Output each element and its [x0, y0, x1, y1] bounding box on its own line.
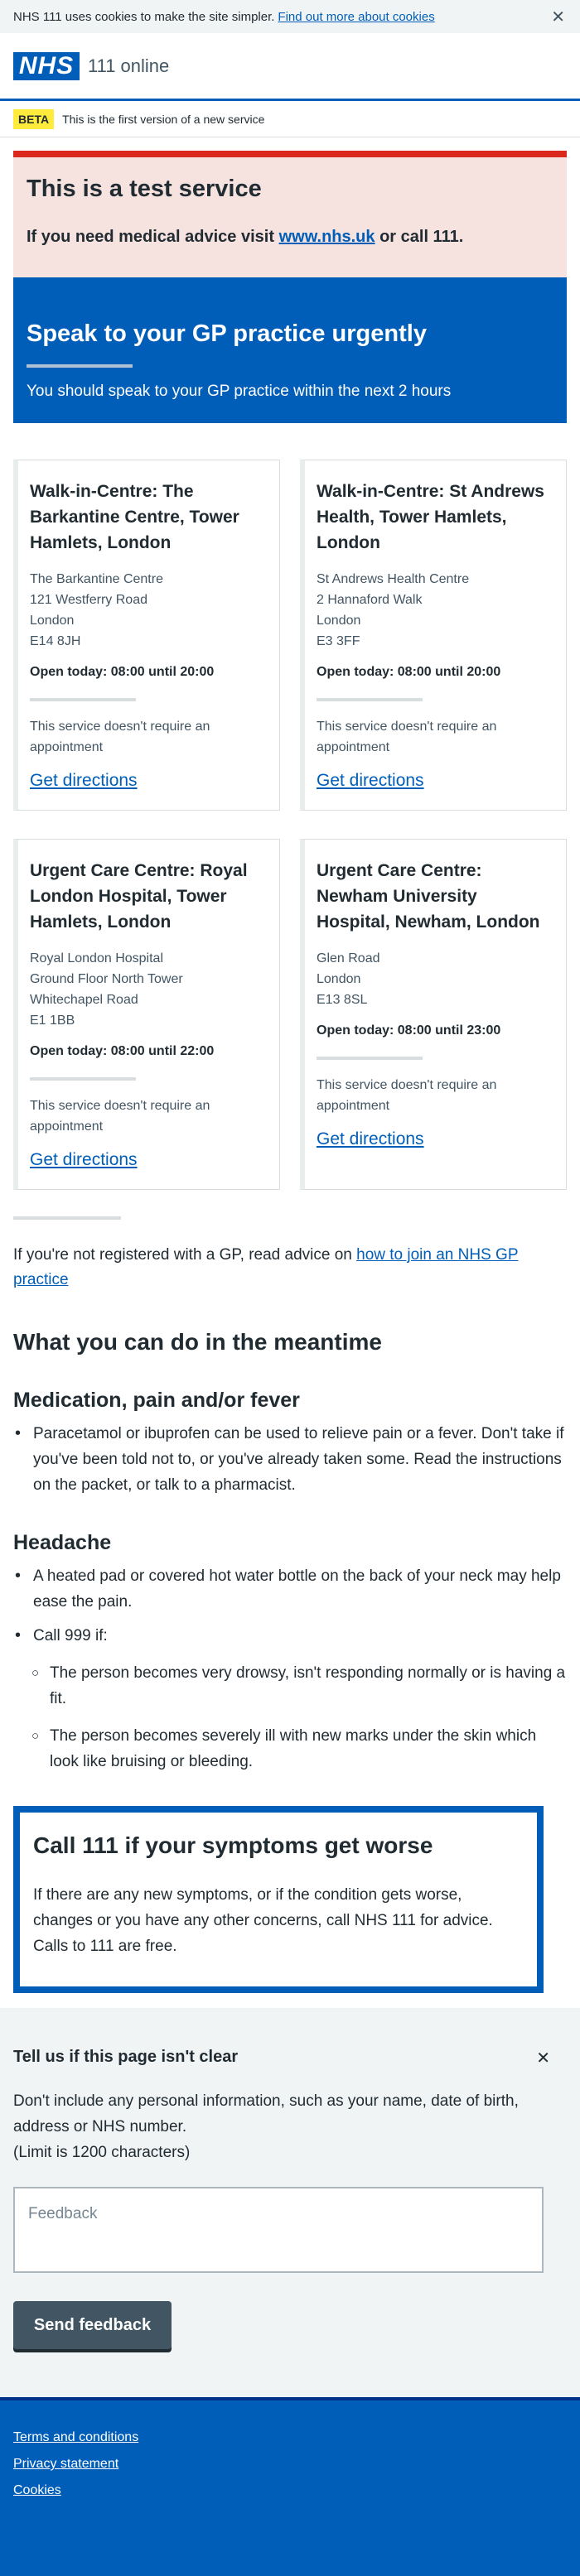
appointment-note: This service doesn't require an appointm… — [30, 1099, 210, 1134]
nhs-uk-link[interactable]: www.nhs.uk — [279, 228, 375, 246]
test-banner-text: If you need medical advice visit www.nhs… — [27, 228, 553, 247]
service-card: Urgent Care Centre: Newham University Ho… — [300, 839, 567, 1190]
site-header: NHS 111 online — [0, 33, 580, 101]
service-address: St Andrews Health Centre 2 Hannaford Wal… — [317, 569, 553, 652]
test-service-banner: This is a test service If you need medic… — [13, 151, 567, 277]
close-icon[interactable]: ✕ — [551, 7, 565, 27]
opening-times: Open today: 08:00 until 23:00 — [317, 1023, 501, 1038]
headache-list: A heated pad or covered hot water bottle… — [13, 1563, 567, 1649]
care-card-text: You should speak to your GP practice wit… — [27, 383, 452, 400]
service-name: Walk-in-Centre: St Andrews Health, Tower… — [317, 482, 544, 552]
address-line: E14 8JH — [30, 634, 81, 648]
appointment-note: This service doesn't require an appointm… — [30, 720, 210, 754]
opening-times: Open today: 08:00 until 20:00 — [30, 665, 215, 679]
service-card: Urgent Care Centre: Royal London Hospita… — [13, 839, 280, 1190]
opening-times: Open today: 08:00 until 22:00 — [30, 1044, 215, 1058]
address-line: London — [317, 972, 361, 986]
cookie-info-link[interactable]: Find out more about cookies — [278, 10, 434, 24]
opening-times: Open today: 08:00 until 20:00 — [317, 665, 501, 679]
card-divider — [317, 1057, 423, 1060]
address-line: 2 Hannaford Walk — [317, 593, 423, 607]
feedback-text: Don't include any personal information, … — [13, 2092, 519, 2135]
list-item: A heated pad or covered hot water bottle… — [13, 1563, 567, 1615]
address-line: Whitechapel Road — [30, 993, 138, 1007]
address-line: St Andrews Health Centre — [317, 572, 470, 586]
services-list: Walk-in-Centre: The Barkantine Centre, T… — [0, 423, 580, 1190]
service-address: Glen Road London E13 8SL — [317, 948, 553, 1010]
footer-link-terms[interactable]: Terms and conditions — [13, 2430, 567, 2445]
address-line: London — [317, 614, 361, 628]
service-name: Walk-in-Centre: The Barkantine Centre, T… — [30, 482, 239, 552]
test-banner-text-before: If you need medical advice visit — [27, 228, 275, 246]
call-111-heading: Call 111 if your symptoms get worse — [33, 1832, 433, 1858]
site-footer: Terms and conditions Privacy statement C… — [0, 2397, 580, 2576]
nhs-logo[interactable]: NHS — [13, 51, 80, 80]
service-card: Walk-in-Centre: The Barkantine Centre, T… — [13, 460, 280, 811]
gp-advice-text: If you're not registered with a GP, read… — [13, 1246, 352, 1264]
get-directions-link[interactable]: Get directions — [30, 771, 138, 791]
call-111-box: Call 111 if your symptoms get worse If t… — [13, 1806, 544, 1993]
footer-link-privacy[interactable]: Privacy statement — [13, 2457, 567, 2472]
test-banner-text-after: or call 111. — [379, 228, 464, 246]
get-directions-link[interactable]: Get directions — [30, 1150, 138, 1170]
test-banner-title: This is a test service — [27, 176, 262, 202]
page-title: Speak to your GP practice urgently — [27, 320, 427, 347]
address-line: 121 Westferry Road — [30, 593, 147, 607]
card-divider — [317, 698, 423, 701]
get-directions-link[interactable]: Get directions — [317, 771, 424, 791]
address-line: London — [30, 614, 75, 628]
service-address: Royal London Hospital Ground Floor North… — [30, 948, 266, 1031]
meantime-heading: What you can do in the meantime — [13, 1329, 382, 1355]
service-name: Urgent Care Centre: Newham University Ho… — [317, 861, 540, 932]
card-divider — [30, 698, 136, 701]
list-item: The person becomes severely ill with new… — [27, 1723, 567, 1774]
feedback-heading: Tell us if this page isn't clear — [13, 2048, 239, 2066]
headache-heading: Headache — [13, 1531, 112, 1554]
gp-registration-advice: If you're not registered with a GP, read… — [0, 1220, 580, 1293]
feedback-input[interactable]: Feedback — [13, 2187, 544, 2273]
feedback-limit: (Limit is 1200 characters) — [13, 2144, 191, 2161]
beta-banner: BETA This is the first version of a new … — [0, 101, 580, 137]
cookie-banner: NHS 111 uses cookies to make the site si… — [0, 0, 580, 33]
beta-tag: BETA — [13, 108, 55, 129]
send-feedback-button[interactable]: Send feedback — [13, 2301, 172, 2349]
list-item: The person becomes very drowsy, isn't re… — [27, 1660, 567, 1712]
meantime-section: What you can do in the meantime Medicati… — [0, 1329, 580, 1774]
service-name: Urgent Care Centre: Royal London Hospita… — [30, 861, 248, 932]
appointment-note: This service doesn't require an appointm… — [317, 1078, 497, 1113]
card-divider — [30, 1077, 136, 1081]
address-line: E1 1BB — [30, 1014, 75, 1028]
medication-list: Paracetamol or ibuprofen can be used to … — [13, 1421, 567, 1498]
call-999-list: The person becomes very drowsy, isn't re… — [27, 1660, 567, 1774]
feedback-instructions: Don't include any personal information, … — [13, 2088, 567, 2165]
address-line: E13 8SL — [317, 993, 368, 1007]
address-line: Royal London Hospital — [30, 951, 163, 965]
medication-heading: Medication, pain and/or fever — [13, 1389, 300, 1412]
address-line: The Barkantine Centre — [30, 572, 163, 586]
beta-text: This is the first version of a new servi… — [62, 112, 265, 126]
address-line: Ground Floor North Tower — [30, 972, 183, 986]
list-item: Paracetamol or ibuprofen can be used to … — [13, 1421, 567, 1498]
call-111-text: If there are any new symptoms, or if the… — [33, 1886, 493, 1955]
footer-link-cookies[interactable]: Cookies — [13, 2483, 567, 2498]
get-directions-link[interactable]: Get directions — [317, 1129, 424, 1149]
appointment-note: This service doesn't require an appointm… — [317, 720, 497, 754]
care-card-divider — [27, 364, 133, 368]
cookie-text: NHS 111 uses cookies to make the site si… — [13, 9, 275, 24]
list-item: Call 999 if: — [13, 1623, 567, 1649]
address-line: E3 3FF — [317, 634, 360, 648]
service-name[interactable]: 111 online — [88, 55, 169, 77]
address-line: Glen Road — [317, 951, 380, 965]
close-icon[interactable]: ✕ — [536, 2048, 550, 2068]
care-card-urgent: Speak to your GP practice urgently You s… — [13, 277, 567, 423]
feedback-section: Tell us if this page isn't clear ✕ Don't… — [0, 2008, 580, 2397]
service-card: Walk-in-Centre: St Andrews Health, Tower… — [300, 460, 567, 811]
service-address: The Barkantine Centre 121 Westferry Road… — [30, 569, 266, 652]
